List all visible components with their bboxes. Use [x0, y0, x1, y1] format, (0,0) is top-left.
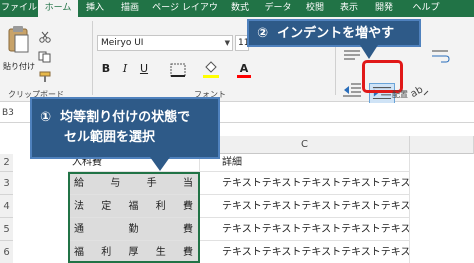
italic-button[interactable]: I	[118, 61, 132, 77]
bold-button[interactable]: B	[99, 61, 113, 77]
cell-c3[interactable]: テキストテキストテキストテキストテキスト	[200, 172, 410, 195]
tab-home[interactable]: ホーム	[38, 0, 78, 17]
tab-page-layout[interactable]: ページ レイアウト	[148, 0, 222, 30]
tab-formulas[interactable]: 数式	[222, 0, 258, 17]
tab-draw[interactable]: 描画	[112, 0, 148, 17]
row-header-6[interactable]: 6	[0, 241, 13, 263]
group-separator	[92, 21, 93, 95]
column-header-d[interactable]	[410, 136, 474, 154]
underline-button[interactable]: U	[137, 61, 151, 77]
step1-text: 均等割り付けの状態で	[60, 110, 191, 125]
ribbon-tab-bar: ファイル ホーム 挿入 描画 ページ レイアウト 数式 データ 校閲 表示 開発…	[0, 0, 474, 30]
tab-help[interactable]: ヘルプ	[402, 0, 450, 17]
tab-developer[interactable]: 開発	[366, 0, 402, 17]
tab-file[interactable]: ファイル	[0, 0, 38, 17]
copy-icon[interactable]	[38, 51, 52, 63]
step1-line1: ① 均等割り付けの状態で	[40, 108, 218, 128]
row-header-5[interactable]: 5	[0, 218, 13, 241]
font-color-swatch	[237, 75, 251, 78]
paste-icon[interactable]	[7, 25, 29, 53]
font-name-value: Meiryo UI	[101, 38, 144, 48]
paste-button-label[interactable]: 貼り付け	[3, 61, 35, 72]
step2-text: インデントを増やす	[277, 26, 395, 41]
row-header-4[interactable]: 4	[0, 195, 13, 218]
step1-callout: ① 均等割り付けの状態で セル範囲を選択	[30, 97, 220, 159]
step1-line2: セル範囲を選択	[64, 130, 156, 145]
cell-c5[interactable]: テキストテキストテキストテキストテキスト	[200, 218, 410, 241]
cell-c2[interactable]: 詳細	[200, 154, 410, 172]
decrease-indent-icon[interactable]	[341, 81, 363, 99]
step1-callout-pointer	[150, 157, 170, 171]
tab-data[interactable]: データ	[258, 0, 298, 17]
svg-text:ab: ab	[409, 84, 425, 99]
cell-c4[interactable]: テキストテキストテキストテキストテキスト	[200, 195, 410, 218]
row-header-3[interactable]: 3	[0, 172, 13, 195]
step1-number: ①	[40, 110, 52, 125]
selection-range-border	[68, 172, 200, 263]
tab-review[interactable]: 校閲	[298, 0, 332, 17]
cell-c6[interactable]: テキストテキストテキストテキストテキスト	[200, 241, 410, 263]
font-name-select[interactable]: Meiryo UI ▼	[97, 35, 233, 51]
format-painter-icon[interactable]	[38, 71, 52, 83]
row-header-2[interactable]: 2	[0, 154, 13, 172]
step2-callout: ② インデントを増やす	[247, 19, 421, 47]
tab-insert[interactable]: 挿入	[78, 0, 112, 17]
cut-icon[interactable]	[38, 31, 52, 43]
chevron-down-icon[interactable]: ▼	[225, 36, 230, 50]
alignment-group-label: 配置	[392, 90, 408, 99]
column-header-c[interactable]: C	[200, 136, 410, 154]
orientation-icon[interactable]: ab	[408, 81, 430, 99]
borders-icon[interactable]	[170, 63, 186, 77]
wrap-text-icon[interactable]	[430, 47, 452, 65]
fill-color-swatch	[203, 75, 219, 78]
step2-callout-pointer	[360, 45, 378, 59]
step2-number: ②	[257, 26, 269, 41]
tab-view[interactable]: 表示	[332, 0, 366, 17]
fill-color-icon[interactable]	[203, 61, 219, 73]
